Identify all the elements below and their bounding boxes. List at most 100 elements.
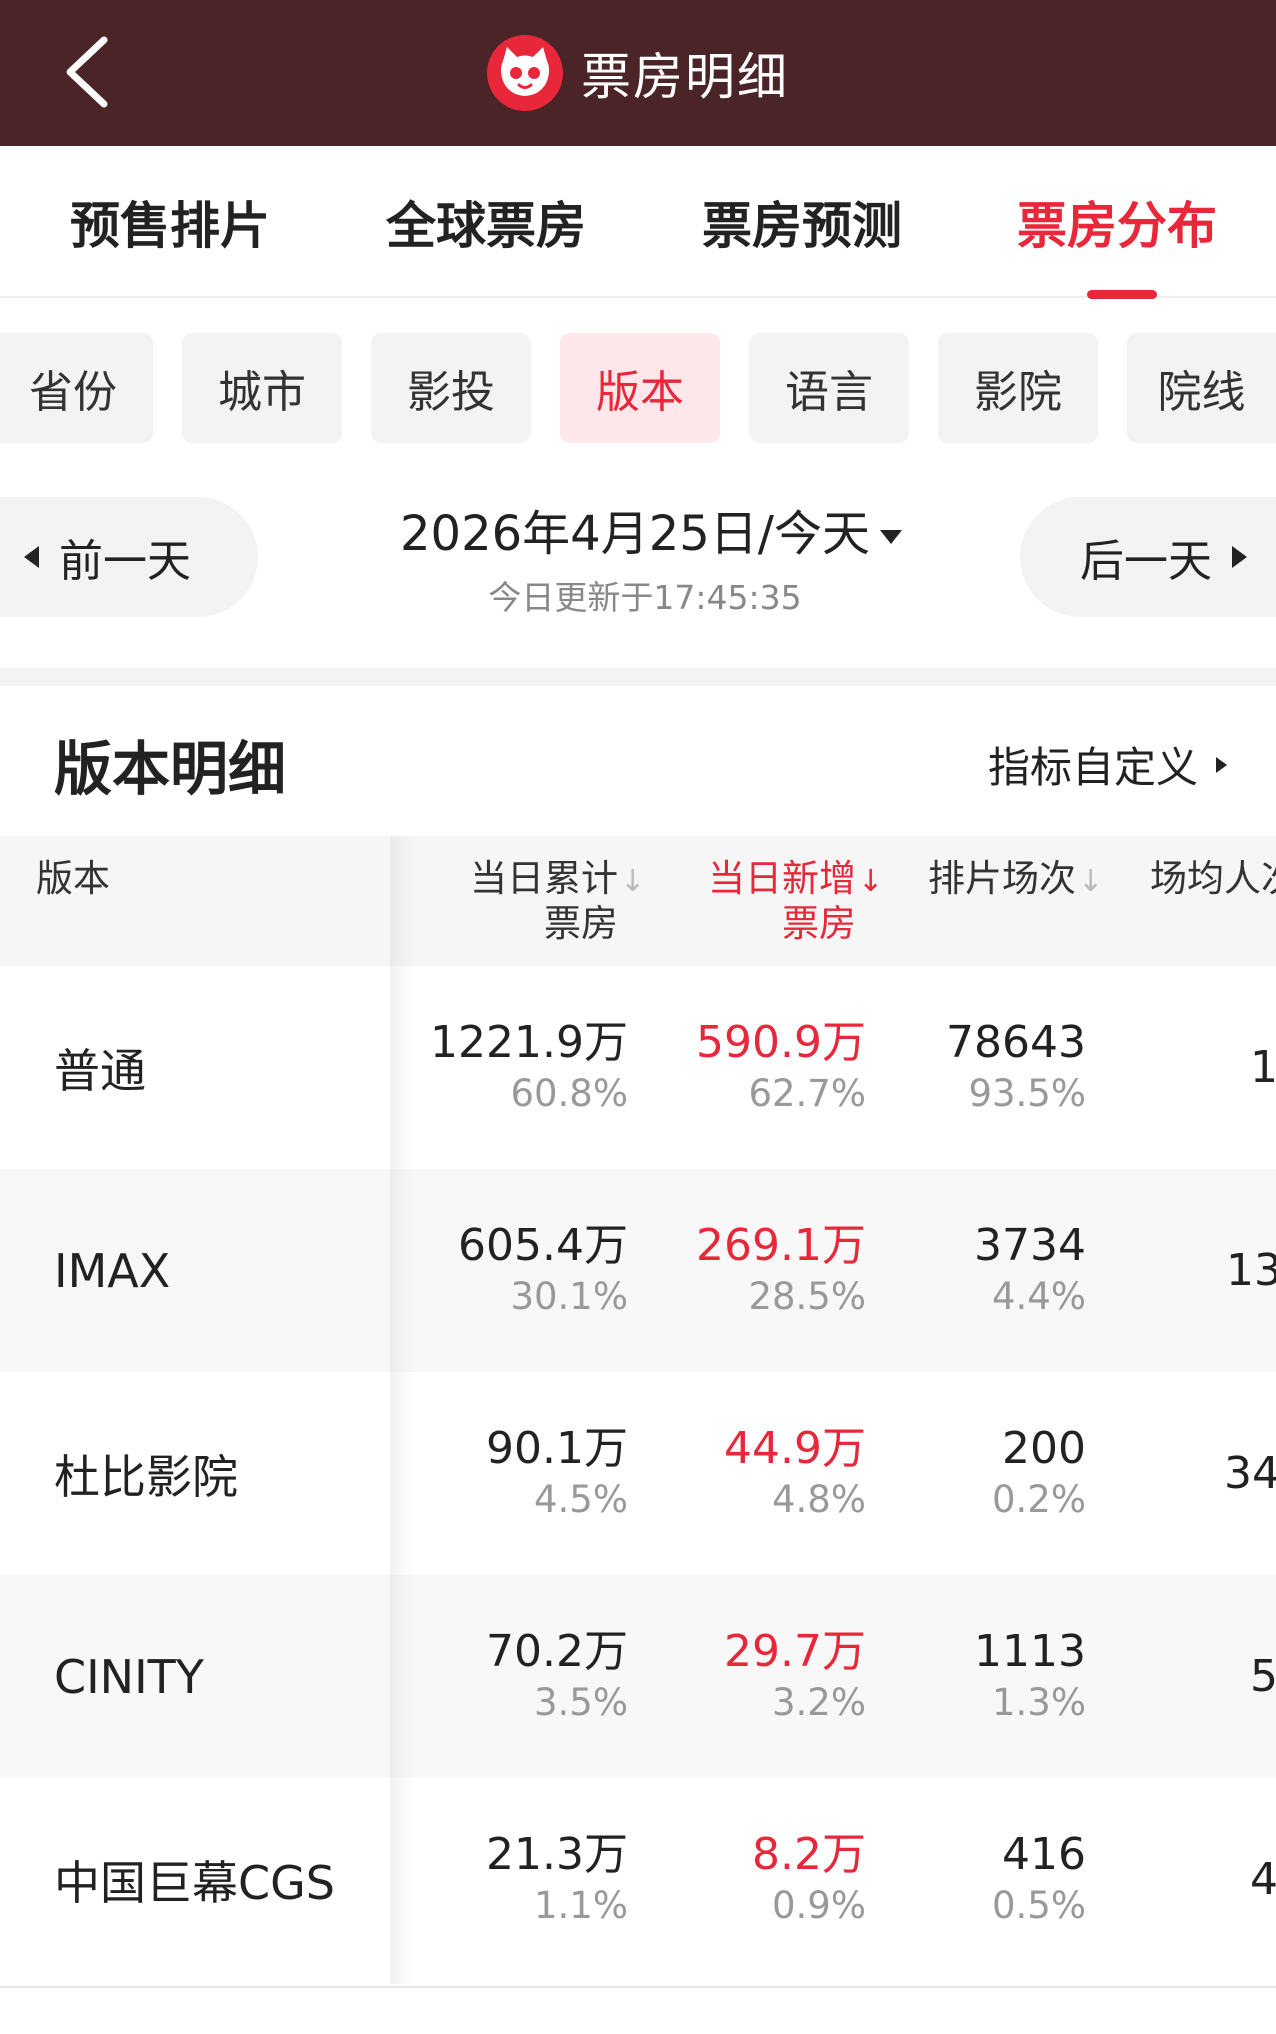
table-row[interactable]: 中国巨幕CGS 21.3万 1.1% 8.2万 0.9% 416 0.5% 4 <box>0 1778 1276 1981</box>
next-day-label: 后一天 <box>1080 536 1212 587</box>
avg-people-value: 4 <box>1250 1854 1276 1905</box>
cat-logo-icon <box>487 35 563 111</box>
row-version-name: IMAX <box>54 1243 171 1298</box>
new-cell: 269.1万 28.5% <box>696 1219 866 1321</box>
column-header-cumulative-line2: 票房 <box>544 902 618 945</box>
new-cell: 8.2万 0.9% <box>752 1828 866 1930</box>
column-header-avg-people[interactable]: 场均人次 <box>1150 858 1276 900</box>
prev-day-button[interactable]: 前一天 <box>0 497 258 617</box>
new-pct: 62.7% <box>748 1072 866 1115</box>
cumulative-cell: 605.4万 30.1% <box>458 1219 628 1321</box>
date-selector[interactable]: 2026年4月25日/今天 <box>400 494 902 564</box>
new-value: 269.1万 <box>696 1220 866 1271</box>
customize-metrics-button[interactable]: 指标自定义 <box>988 734 1228 795</box>
table-row[interactable]: IMAX 605.4万 30.1% 269.1万 28.5% 3734 4.4% 13 <box>0 1169 1276 1372</box>
app-header: 票房明细 <box>0 0 1276 146</box>
cumulative-value: 21.3万 <box>486 1829 628 1880</box>
table-header: 版本 当日累计↓ 票房 当日新增↓ 票房 排片场次↓ 场均人次 <box>0 836 1276 966</box>
date-label: 2026年4月25日/今天 <box>400 506 870 562</box>
column-header-new-line2: 票房 <box>782 902 856 945</box>
filter-chip-investor[interactable]: 影投 <box>371 333 531 443</box>
column-header-new-line1: 当日新增 <box>708 857 856 900</box>
row-version-name: 杜比影院 <box>54 1449 238 1504</box>
shows-pct: 0.2% <box>992 1478 1086 1521</box>
caret-down-icon <box>879 530 902 544</box>
tab-box-office-distribution[interactable]: 票房分布 <box>1017 186 1217 258</box>
table-row[interactable]: CINITY 70.2万 3.5% 29.7万 3.2% 1113 1.3% 5 <box>0 1575 1276 1778</box>
column-header-cumulative[interactable]: 当日累计↓ 票房 <box>470 858 646 945</box>
cumulative-pct: 60.8% <box>510 1072 628 1115</box>
avg-people-value: 5 <box>1250 1651 1276 1702</box>
column-header-version: 版本 <box>36 857 110 900</box>
tab-box-office-forecast[interactable]: 票房预测 <box>702 186 902 258</box>
top-tab-bar: 预售排片 全球票房 票房预测 票房分布 <box>0 146 1276 298</box>
new-value: 44.9万 <box>724 1423 866 1474</box>
header-title-group: 票房明细 <box>0 0 1276 146</box>
triangle-left-icon <box>24 546 39 568</box>
cumulative-cell: 90.1万 4.5% <box>486 1422 628 1524</box>
table-row[interactable]: 普通 1221.9万 60.8% 590.9万 62.7% 78643 93.5% 1 <box>0 966 1276 1169</box>
new-pct: 4.8% <box>772 1478 866 1521</box>
row-version-name: 普通 <box>54 1043 146 1098</box>
new-cell: 29.7万 3.2% <box>724 1625 866 1727</box>
page-title: 票房明细 <box>581 48 789 106</box>
table-bottom-divider <box>0 1986 1276 1988</box>
new-cell: 44.9万 4.8% <box>724 1422 866 1524</box>
shows-cell: 1113 1.3% <box>974 1625 1086 1727</box>
new-value: 8.2万 <box>752 1829 866 1880</box>
filter-chip-province[interactable]: 省份 <box>0 333 153 443</box>
sort-arrow-active-icon: ↓ <box>858 864 884 899</box>
column-header-shows-label: 排片场次 <box>928 857 1076 900</box>
cumulative-cell: 21.3万 1.1% <box>486 1828 628 1930</box>
shows-value: 3734 <box>974 1220 1086 1271</box>
cumulative-cell: 1221.9万 60.8% <box>430 1016 628 1118</box>
shows-value: 200 <box>1002 1423 1086 1474</box>
new-pct: 0.9% <box>772 1884 866 1927</box>
cumulative-value: 1221.9万 <box>430 1017 628 1068</box>
new-cell: 590.9万 62.7% <box>696 1016 866 1118</box>
tab-presale-schedule[interactable]: 预售排片 <box>70 186 270 258</box>
row-version-name: 中国巨幕CGS <box>54 1855 335 1910</box>
cumulative-pct: 30.1% <box>510 1275 628 1318</box>
shows-value: 78643 <box>946 1017 1086 1068</box>
avg-people-value: 34 <box>1224 1448 1276 1499</box>
cumulative-pct: 3.5% <box>534 1681 628 1724</box>
customize-label: 指标自定义 <box>988 743 1199 792</box>
new-pct: 28.5% <box>748 1275 866 1318</box>
shows-pct: 93.5% <box>968 1072 1086 1115</box>
new-pct: 3.2% <box>772 1681 866 1724</box>
column-header-shows[interactable]: 排片场次↓ <box>928 857 1104 903</box>
tab-global-box-office[interactable]: 全球票房 <box>386 186 586 258</box>
filter-chip-cinema[interactable]: 影院 <box>938 333 1098 443</box>
cumulative-pct: 4.5% <box>534 1478 628 1521</box>
updated-time: 今日更新于17:45:35 <box>488 578 802 617</box>
new-value: 590.9万 <box>696 1017 866 1068</box>
avg-people-value: 13 <box>1226 1245 1276 1296</box>
shows-cell: 3734 4.4% <box>974 1219 1086 1321</box>
sort-arrow-icon: ↓ <box>620 864 646 899</box>
column-header-new[interactable]: 当日新增↓ 票房 <box>708 857 884 945</box>
filter-chip-city[interactable]: 城市 <box>182 333 342 443</box>
active-tab-indicator <box>1087 290 1157 299</box>
next-day-button[interactable]: 后一天 <box>1020 497 1276 617</box>
filter-chip-language[interactable]: 语言 <box>749 333 909 443</box>
triangle-right-icon <box>1216 756 1228 773</box>
cumulative-cell: 70.2万 3.5% <box>486 1625 628 1727</box>
shows-value: 1113 <box>974 1626 1086 1677</box>
new-value: 29.7万 <box>724 1626 866 1677</box>
shows-cell: 78643 93.5% <box>946 1016 1086 1118</box>
filter-chip-circuit[interactable]: 院线 <box>1127 333 1276 443</box>
shows-cell: 200 0.2% <box>992 1422 1086 1524</box>
shows-pct: 0.5% <box>992 1884 1086 1927</box>
shows-cell: 416 0.5% <box>992 1828 1086 1930</box>
section-divider <box>0 668 1276 686</box>
table-row[interactable]: 杜比影院 90.1万 4.5% 44.9万 4.8% 200 0.2% 34 <box>0 1372 1276 1575</box>
filter-chip-version[interactable]: 版本 <box>560 333 720 443</box>
avg-people-value: 1 <box>1250 1042 1276 1093</box>
shows-pct: 4.4% <box>992 1275 1086 1318</box>
triangle-right-icon <box>1232 546 1247 568</box>
shows-pct: 1.3% <box>992 1681 1086 1724</box>
sort-arrow-icon: ↓ <box>1078 864 1104 899</box>
cumulative-pct: 1.1% <box>534 1884 628 1927</box>
cumulative-value: 70.2万 <box>486 1626 628 1677</box>
